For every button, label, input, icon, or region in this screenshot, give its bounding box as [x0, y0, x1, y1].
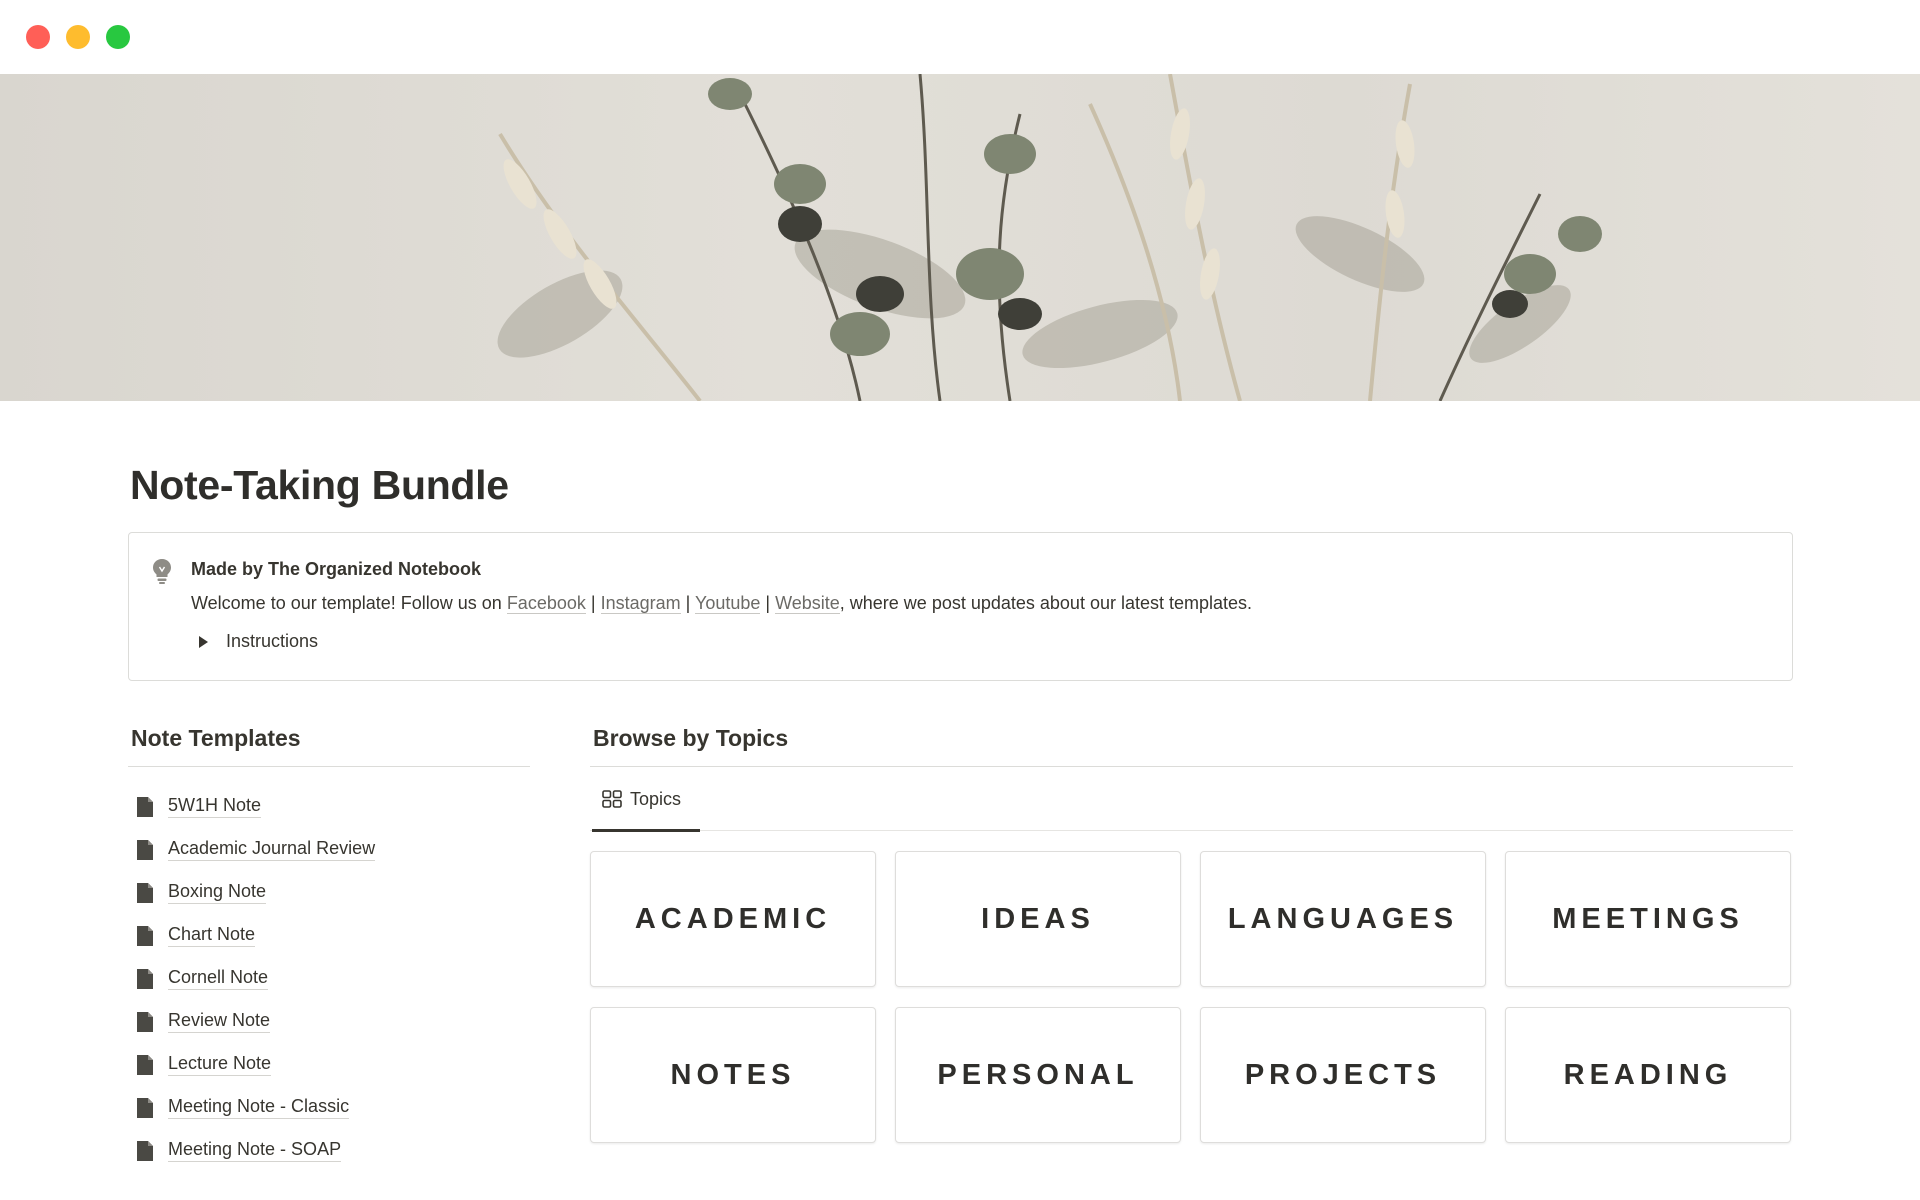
note-template-label: Boxing Note [168, 881, 267, 904]
view-tab-label: Topics [630, 788, 682, 809]
page-icon [137, 839, 153, 860]
lightbulb-icon [153, 559, 171, 584]
section-divider [128, 766, 530, 767]
note-template-item[interactable]: Chart Note [128, 914, 530, 957]
link-separator: | [680, 593, 695, 613]
page-icon [137, 1140, 153, 1161]
website-link[interactable]: Website [775, 593, 840, 614]
note-template-item[interactable]: Lecture Note [128, 1043, 530, 1086]
link-separator: | [585, 593, 601, 613]
note-template-label: Meeting Note - SOAP [168, 1139, 342, 1162]
page-icon [137, 925, 153, 946]
note-template-label: Meeting Note - Classic [168, 1096, 350, 1119]
note-template-item[interactable]: Review Note [128, 1000, 530, 1043]
note-template-item[interactable]: Academic Journal Review [128, 828, 530, 871]
topic-card-label: PERSONAL [937, 1058, 1139, 1091]
note-templates-list: 5W1H Note Academic Journal Review Boxing N… [128, 785, 530, 1172]
topic-card-meetings[interactable]: MEETINGS [1505, 851, 1791, 987]
minimize-window-button[interactable] [66, 25, 90, 49]
page-icon [137, 882, 153, 903]
instructions-toggle-label: Instructions [226, 631, 319, 651]
topic-card-ideas[interactable]: IDEAS [895, 851, 1181, 987]
callout-text-suffix: , where we post updates about our latest… [839, 593, 1253, 613]
page-cover-image [0, 74, 1920, 401]
youtube-link[interactable]: Youtube [694, 593, 761, 614]
instructions-toggle[interactable]: Instructions [199, 631, 318, 652]
toggle-triangle-icon[interactable] [199, 635, 208, 648]
page-icon [137, 968, 153, 989]
note-template-item[interactable]: Meeting Note - SOAP [128, 1129, 530, 1172]
note-template-item[interactable]: Meeting Note - Classic [128, 1086, 530, 1129]
note-template-item[interactable]: 5W1H Note [128, 785, 530, 828]
note-template-item[interactable]: Cornell Note [128, 957, 530, 1000]
page-icon [137, 1054, 153, 1075]
page-icon [137, 1011, 153, 1032]
view-tab-topics[interactable]: Topics [592, 767, 700, 832]
topic-card-label: READING [1563, 1058, 1733, 1091]
instagram-link[interactable]: Instagram [600, 593, 681, 614]
note-template-label: 5W1H Note [168, 795, 262, 818]
topic-card-languages[interactable]: LANGUAGES [1200, 851, 1486, 987]
topic-card-personal[interactable]: PERSONAL [895, 1007, 1181, 1143]
topic-card-academic[interactable]: ACADEMIC [590, 851, 876, 987]
window-titlebar [0, 0, 1920, 74]
page-title: Note-Taking Bundle [130, 462, 509, 508]
topic-card-label: IDEAS [981, 902, 1095, 935]
note-template-label: Lecture Note [168, 1053, 272, 1076]
note-template-label: Academic Journal Review [168, 838, 376, 861]
callout-title: Made by The Organized Notebook [191, 559, 482, 579]
dried-flowers-illustration [497, 74, 1602, 401]
active-tab-indicator [592, 829, 700, 832]
facebook-link[interactable]: Facebook [506, 593, 586, 614]
info-callout: Made by The Organized Notebook Welcome t… [128, 532, 1793, 681]
note-template-label: Review Note [168, 1010, 271, 1033]
callout-text: Welcome to our template! Follow us on Fa… [191, 593, 1252, 614]
page-icon [137, 1097, 153, 1118]
close-window-button[interactable] [26, 25, 50, 49]
note-templates-section: Note Templates 5W1H Note Academic Journal… [128, 725, 530, 1172]
topic-card-projects[interactable]: PROJECTS [1200, 1007, 1486, 1143]
gallery-view-icon [602, 790, 622, 808]
note-templates-heading: Note Templates [131, 725, 301, 751]
link-separator: | [760, 593, 776, 613]
note-template-label: Chart Note [168, 924, 256, 947]
callout-text-prefix: Welcome to our template! Follow us on [191, 593, 507, 613]
zoom-window-button[interactable] [106, 25, 130, 49]
note-template-item[interactable]: Boxing Note [128, 871, 530, 914]
topic-card-label: MEETINGS [1552, 902, 1744, 935]
database-view-tabs: Topics [590, 767, 1793, 832]
topic-card-label: PROJECTS [1244, 1058, 1442, 1091]
browse-topics-section: Browse by Topics Topics ACADEMIC IDEAS LAN… [590, 725, 1793, 1143]
browse-topics-heading: Browse by Topics [593, 725, 789, 751]
topic-card-notes[interactable]: NOTES [590, 1007, 876, 1143]
topic-card-reading[interactable]: READING [1505, 1007, 1791, 1143]
note-template-label: Cornell Note [168, 967, 269, 990]
topic-card-label: LANGUAGES [1227, 902, 1459, 935]
topic-card-label: NOTES [670, 1058, 796, 1091]
page-icon [137, 796, 153, 817]
topic-card-label: ACADEMIC [634, 902, 832, 935]
